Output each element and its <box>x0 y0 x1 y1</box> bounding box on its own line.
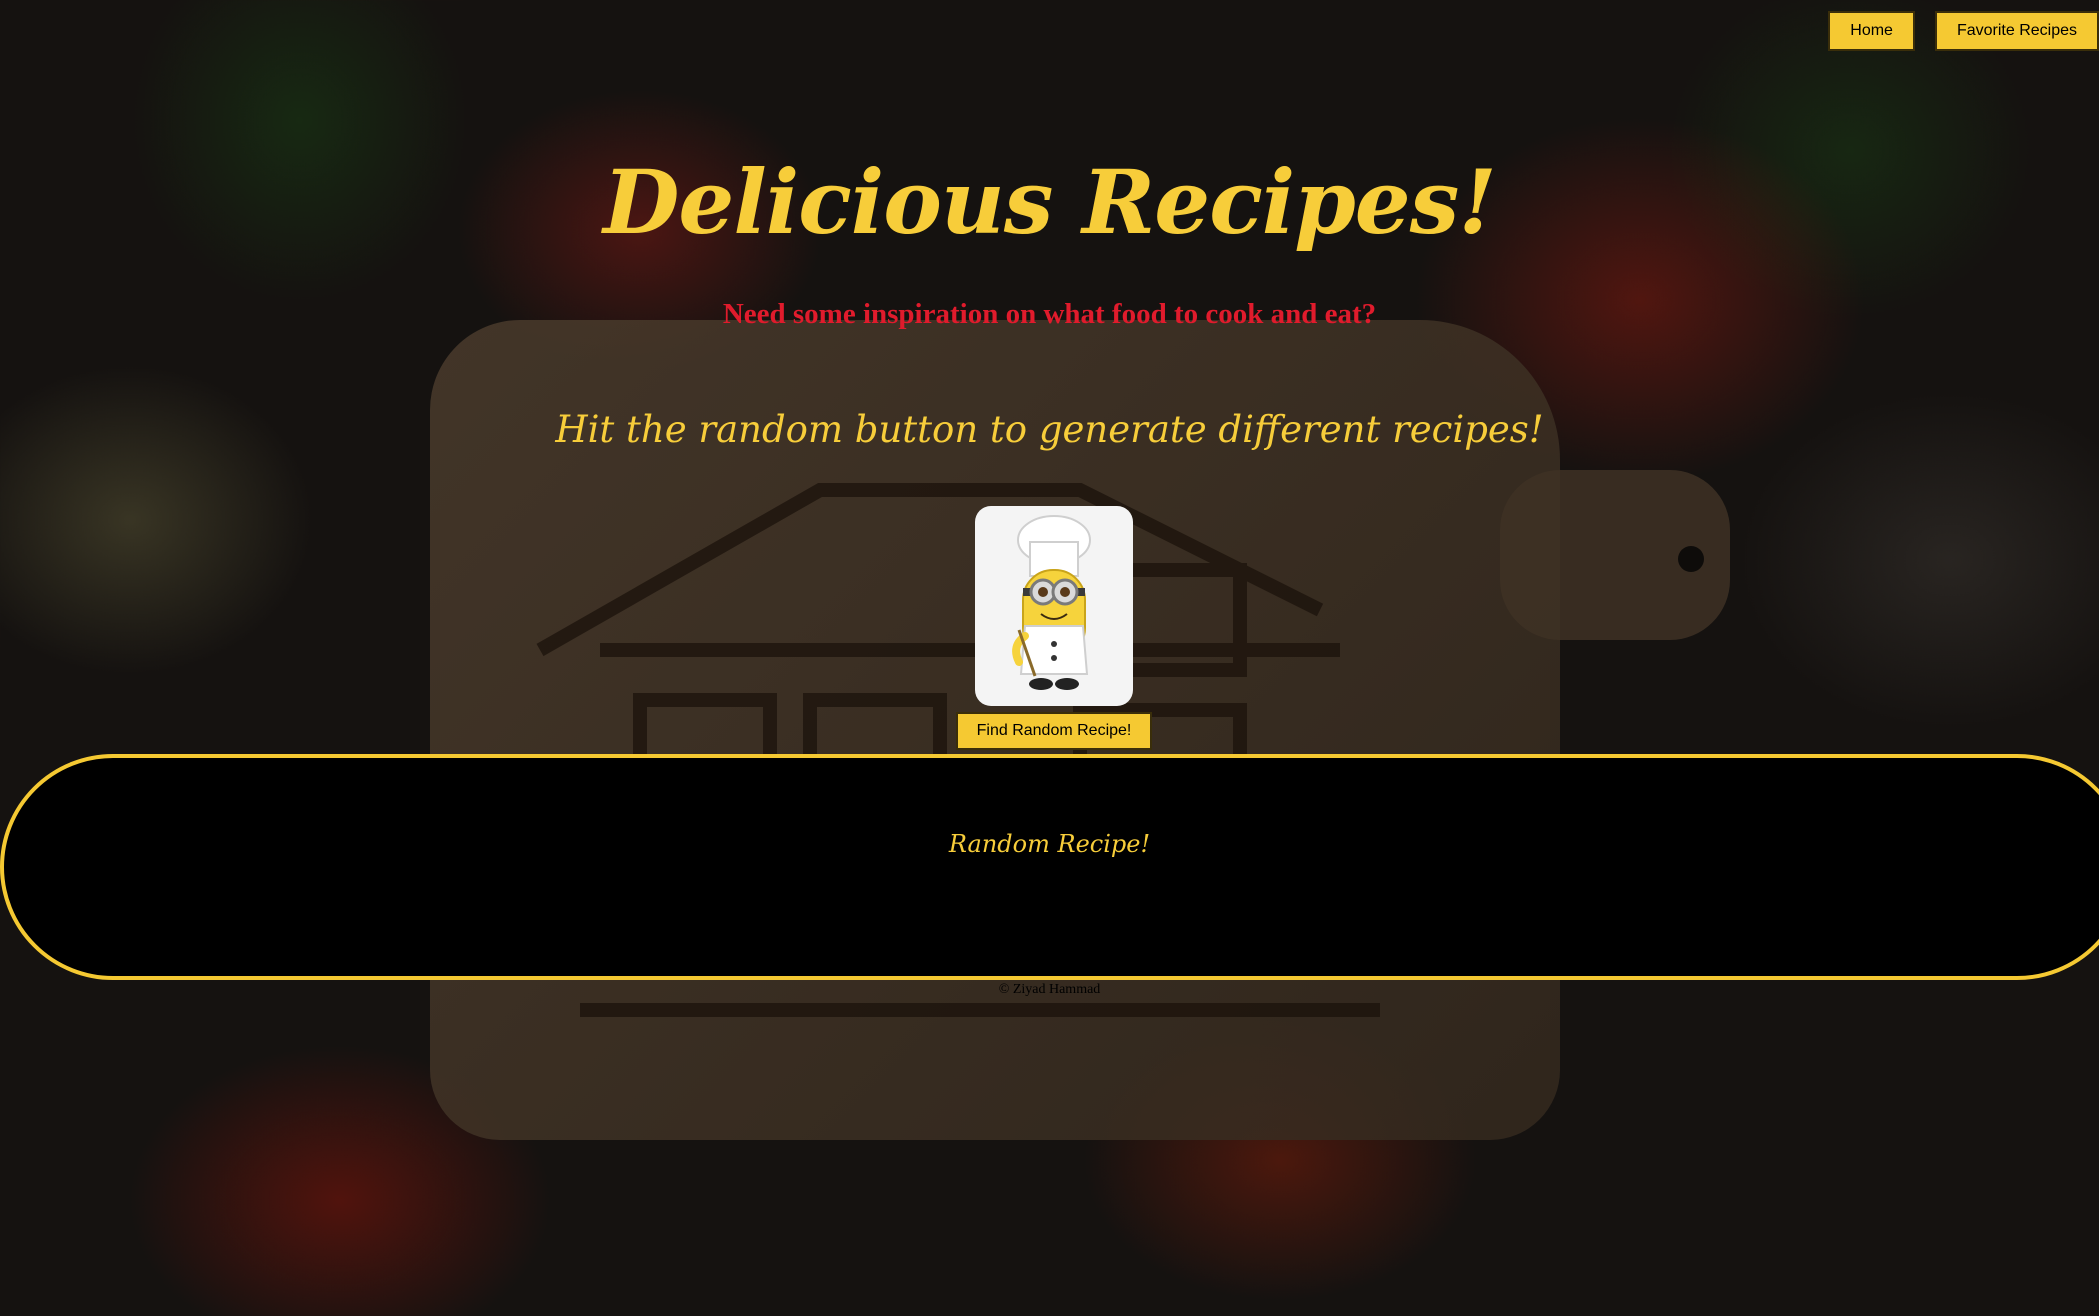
minion-chef-image <box>975 506 1133 706</box>
favorite-recipes-button[interactable]: Favorite Recipes <box>1934 11 2099 51</box>
top-nav: Home Favorite Recipes <box>1828 11 2099 51</box>
background-board-hole <box>1678 546 1704 572</box>
home-button[interactable]: Home <box>1828 11 1915 51</box>
recipe-title: Random Recipe! <box>948 830 1151 858</box>
page-title: Delicious Recipes! <box>603 150 1497 254</box>
recipe-panel <box>0 754 2099 980</box>
find-random-recipe-button[interactable]: Find Random Recipe! <box>956 712 1152 750</box>
minion-chef-icon <box>1012 515 1091 690</box>
footer-credit: © Ziyad Hammad <box>998 982 1101 997</box>
page-subtitle: Need some inspiration on what food to co… <box>722 298 1377 330</box>
page-tagline: Hit the random button to generate differ… <box>555 408 1544 451</box>
